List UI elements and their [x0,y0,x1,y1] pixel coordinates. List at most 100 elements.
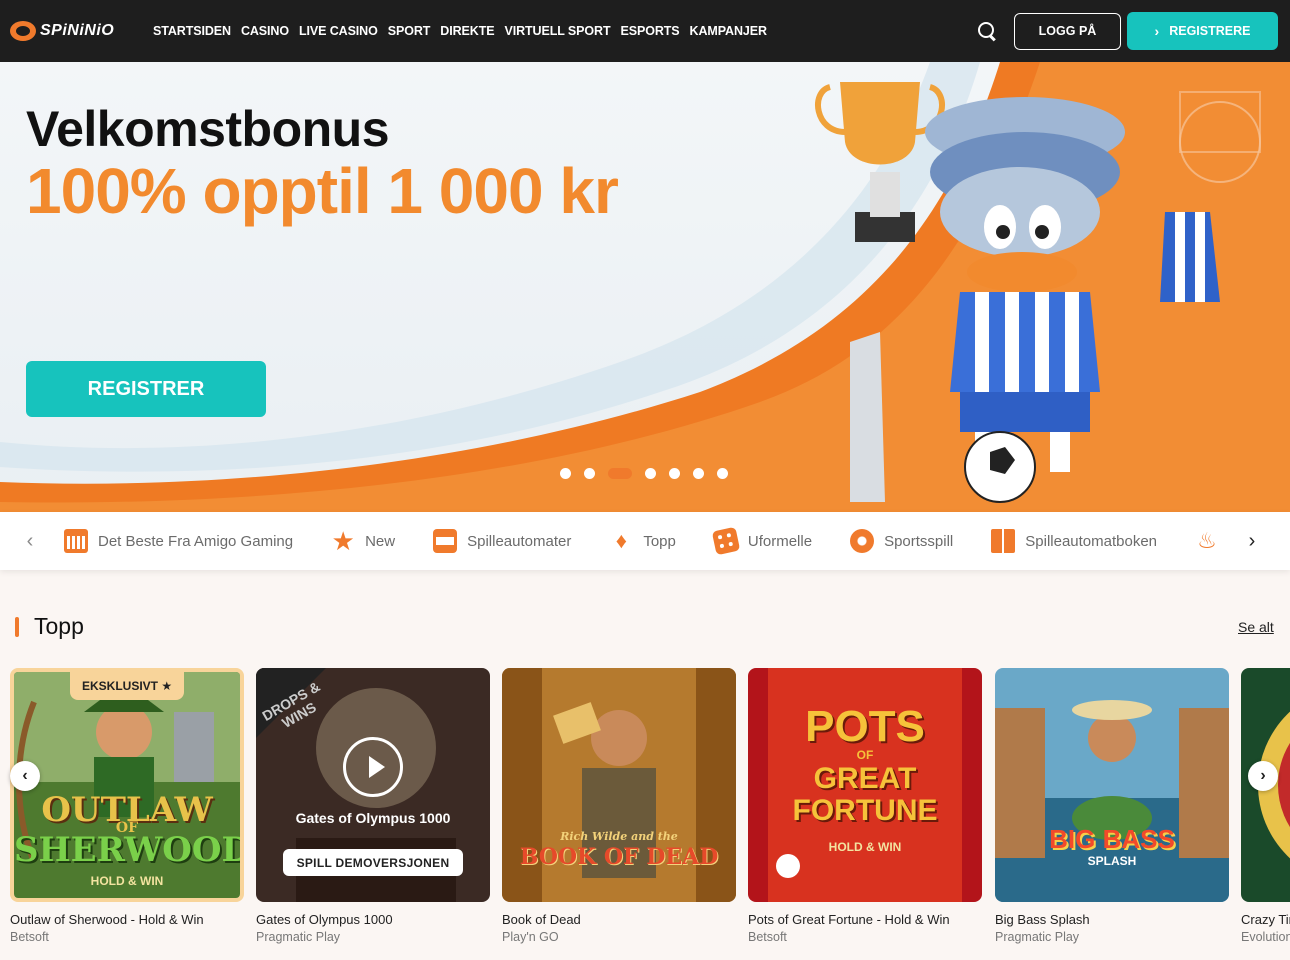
nav-item-kampanjer[interactable]: KAMPANJER [690,24,767,38]
nav-item-direkte[interactable]: DIREKTE [440,24,494,38]
hero-register-button[interactable]: REGISTRER [26,361,266,417]
category-list: Det Beste Fra Amigo Gaming ★ New Spillea… [64,512,1267,570]
category-item-amigo-gaming[interactable]: Det Beste Fra Amigo Gaming [64,529,293,553]
category-item-new[interactable]: ★ New [331,526,396,556]
main-nav: STARTSIDEN CASINO LIVE CASINO SPORT DIRE… [153,24,777,38]
logo-icon [10,21,36,41]
nav-item-startsiden[interactable]: STARTSIDEN [153,24,231,38]
logo-text: SPiNiNiO [40,22,115,39]
category-item-spilleautomater[interactable]: Spilleautomater [433,529,571,553]
hero-banner: Velkomstbonus 100% opptil 1 000 kr REGIS… [0,62,1290,512]
category-scroll-right-icon[interactable]: › [1242,531,1262,551]
game-logo-line: GREAT [813,762,917,795]
game-card[interactable]: DROPS & WINS Gates of Olympus 1000 SPILL… [256,668,490,944]
login-button[interactable]: LOGG PÅ [1014,12,1121,50]
game-thumbnail[interactable]: POTS OF GREAT FORTUNE HOLD & WIN [748,668,982,902]
game-logo-line: SHERWOOD [14,830,244,870]
category-label: Sportsspill [884,532,954,550]
game-logo-line: FORTUNE [792,794,938,827]
hero-slide-dots [560,468,741,479]
slide-dot-1[interactable] [560,468,571,479]
game-thumbnail[interactable]: BIG BASS SPLASH [995,668,1229,902]
game-provider: Betsoft [10,930,49,944]
nav-item-virtuell-sport[interactable]: VIRTUELL SPORT [504,24,610,38]
game-card[interactable]: Rich Wilde and the BOOK OF DEAD Book of … [502,668,736,944]
slide-dot-5[interactable] [669,468,680,479]
register-button-label: REGISTRERE [1169,24,1251,38]
game-provider: Play'n GO [502,930,559,944]
game-logo-line: OF [856,748,874,762]
game-provider: Evolution [1241,930,1290,944]
register-button[interactable]: › REGISTRERE [1127,12,1278,50]
fire-icon: ♨ [1197,528,1217,553]
slide-dot-2[interactable] [584,468,595,479]
game-name: Crazy Time [1241,912,1290,927]
game-logo-line: HOLD & WIN [90,874,164,888]
category-label: Spilleautomatboken [1025,532,1158,550]
game-name: Outlaw of Sherwood - Hold & Win [10,912,204,927]
game-logo-line: BIG BASS [1049,824,1175,854]
nav-item-casino[interactable]: CASINO [241,24,289,38]
game-provider: Betsoft [748,930,787,944]
slide-dot-6[interactable] [693,468,704,479]
slide-dot-7[interactable] [717,468,728,479]
carousel-next-icon[interactable]: › [1248,761,1278,791]
game-thumbnail[interactable]: DROPS & WINS Gates of Olympus 1000 SPILL… [256,668,490,902]
category-bar: ‹ Det Beste Fra Amigo Gaming ★ New Spill… [0,512,1290,570]
game-name: Pots of Great Fortune - Hold & Win [748,912,950,927]
dice-icon [711,526,741,556]
section-title: Topp [34,613,84,639]
section-marker [15,617,19,637]
category-label: New [365,532,396,550]
slide-dot-4[interactable] [645,468,656,479]
game-logo-line: POTS [805,702,925,751]
category-item-spilleautomatboken[interactable]: Spilleautomatboken [991,529,1157,553]
game-thumbnail[interactable]: EKSKLUSIVT ★ OUTLAW OF SHERWOOD HOLD & W… [10,668,244,902]
chevron-right-icon: › [1154,23,1160,39]
see-all-link[interactable]: Se alt [1238,619,1274,635]
game-name: Big Bass Splash [995,912,1090,927]
game-name: Book of Dead [502,912,581,927]
category-label: Spilleautomater [467,532,572,550]
spininio-logo[interactable]: SPiNiNiO [10,21,145,41]
top-navigation-bar: SPiNiNiO STARTSIDEN CASINO LIVE CASINO S… [0,0,1290,62]
game-card[interactable]: EKSKLUSIVT ★ OUTLAW OF SHERWOOD HOLD & W… [10,668,244,944]
game-logo-line: SPLASH [1087,854,1137,868]
category-item-sportsspill[interactable]: Sportsspill [850,529,953,553]
game-card[interactable]: Crazy Time Evolution [1241,668,1290,944]
games-carousel: EKSKLUSIVT ★ OUTLAW OF SHERWOOD HOLD & W… [10,668,1290,960]
nav-item-live-casino[interactable]: LIVE CASINO [299,24,378,38]
category-item-partial[interactable]: ♨ [1195,529,1229,553]
carousel-prev-icon[interactable]: ‹ [10,761,40,791]
mascot-illustration [815,82,1220,503]
game-card[interactable]: POTS OF GREAT FORTUNE HOLD & WIN Pots of… [748,668,982,944]
category-item-uformelle[interactable]: Uformelle [711,526,813,556]
game-card[interactable]: BIG BASS SPLASH Big Bass Splash Pragmati… [995,668,1229,944]
play-icon[interactable] [343,737,403,797]
demo-play-button[interactable]: SPILL DEMOVERSJONEN [283,849,463,876]
game-name: Gates of Olympus 1000 [256,912,393,927]
game-provider: Pragmatic Play [995,930,1080,944]
star-icon: ★ [331,526,355,556]
category-item-topp[interactable]: ♦ Topp [609,529,676,553]
game-logo-line: BOOK OF DEAD [519,844,719,870]
nav-item-sport[interactable]: SPORT [388,24,431,38]
hero-title: Velkomstbonus [26,101,390,157]
slide-dot-3-active[interactable] [608,468,632,479]
category-label: Det Beste Fra Amigo Gaming [98,532,294,550]
exclusive-badge: EKSKLUSIVT ★ [70,672,185,700]
search-icon[interactable] [976,20,998,42]
category-label: Uformelle [747,532,813,550]
game-thumbnail[interactable]: Rich Wilde and the BOOK OF DEAD [502,668,736,902]
game-hover-title: Gates of Olympus 1000 [295,810,451,826]
header-actions: LOGG PÅ › REGISTRERE [976,12,1278,50]
game-logo-line: Rich Wilde and the [560,830,678,843]
game-logo-line: HOLD & WIN [828,840,902,854]
slot-machine-icon [433,529,458,553]
diamond-icon: ♦ [615,528,627,553]
football-icon [850,529,875,553]
game-provider: Pragmatic Play [256,930,341,944]
book-icon [991,529,1016,553]
nav-item-esports[interactable]: ESPORTS [621,24,680,38]
category-scroll-left-icon[interactable]: ‹ [20,531,40,551]
